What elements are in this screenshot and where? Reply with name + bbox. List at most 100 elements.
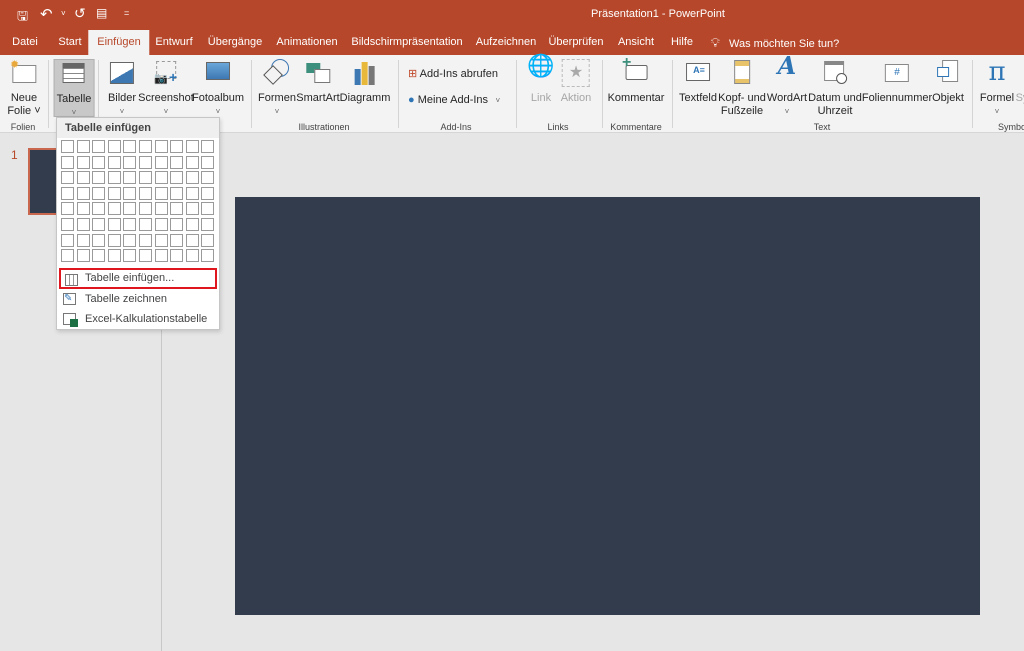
tab-entwurf[interactable]: Entwurf [155, 30, 192, 55]
table-grid-cell[interactable] [92, 155, 106, 169]
table-grid-cell[interactable] [138, 186, 152, 200]
table-grid-cell[interactable] [201, 202, 215, 216]
shapes-button[interactable]: Formen ˅ [258, 59, 296, 118]
table-grid-cell[interactable] [107, 171, 121, 185]
table-grid-cell[interactable] [201, 155, 215, 169]
table-grid-cell[interactable] [170, 202, 184, 216]
tab-übergänge[interactable]: Übergänge [208, 30, 262, 55]
draw-table-menu-item[interactable]: ✎ Tabelle zeichnen [59, 289, 217, 310]
table-grid-cell[interactable] [170, 233, 184, 247]
table-grid-cell[interactable] [185, 217, 199, 231]
smartart-button[interactable]: SmartArt [296, 59, 340, 105]
table-grid-cell[interactable] [92, 171, 106, 185]
tab-bildschirmpräsentation[interactable]: Bildschirmpräsentation [351, 30, 462, 55]
table-grid-cell[interactable] [61, 233, 74, 247]
tab-ansicht[interactable]: Ansicht [618, 30, 654, 55]
table-grid-cell[interactable] [138, 202, 152, 216]
table-grid-cell[interactable] [61, 171, 74, 185]
table-grid-cell[interactable] [76, 217, 90, 231]
table-grid-cell[interactable] [92, 249, 106, 263]
insert-table-menu-item[interactable]: Tabelle einfügen... [59, 268, 217, 289]
table-grid-cell[interactable] [76, 186, 90, 200]
table-button[interactable]: Tabelle ˅ [53, 59, 95, 117]
textbox-button[interactable]: A≡ Textfeld [679, 59, 717, 105]
table-grid-cell[interactable] [61, 202, 74, 216]
table-grid-cell[interactable] [138, 140, 152, 153]
pictures-button[interactable]: Bilder ˅ [108, 59, 136, 118]
action-button[interactable]: ★ Aktion [561, 59, 591, 105]
date-time-button[interactable]: Datum und Uhrzeit [808, 59, 862, 118]
table-grid-cell[interactable] [185, 155, 199, 169]
table-grid-cell[interactable] [138, 217, 152, 231]
table-grid-cell[interactable] [185, 233, 199, 247]
object-button[interactable]: Objekt [932, 59, 964, 105]
tab-aufzeichnen[interactable]: Aufzeichnen [476, 30, 537, 55]
link-button[interactable]: 🌐 Link [527, 55, 555, 105]
table-grid-cell[interactable] [61, 217, 74, 231]
table-grid-cell[interactable] [154, 217, 168, 231]
table-grid-cell[interactable] [154, 171, 168, 185]
table-grid-cell[interactable] [107, 140, 121, 153]
table-grid-cell[interactable] [154, 186, 168, 200]
table-grid-cell[interactable] [170, 186, 184, 200]
tab-einfügen[interactable]: Einfügen [88, 30, 150, 55]
redo-icon[interactable]: ↺ [74, 5, 86, 22]
table-grid-cell[interactable] [107, 202, 121, 216]
table-grid-cell[interactable] [170, 155, 184, 169]
table-grid-cell[interactable] [92, 186, 106, 200]
table-grid-cell[interactable] [154, 155, 168, 169]
table-grid-cell[interactable] [107, 186, 121, 200]
table-grid-cell[interactable] [185, 186, 199, 200]
slide-number-button[interactable]: # Foliennummer [862, 59, 932, 105]
comment-button[interactable]: + Kommentar [608, 55, 665, 105]
slide-canvas[interactable] [235, 197, 980, 615]
table-grid-cell[interactable] [154, 202, 168, 216]
tab-start[interactable]: Start [58, 30, 81, 55]
photo-album-button[interactable]: Fotoalbum ˅ [192, 59, 244, 118]
table-grid-cell[interactable] [107, 217, 121, 231]
table-grid-cell[interactable] [154, 140, 168, 153]
table-grid-cell[interactable] [123, 249, 137, 263]
table-grid-cell[interactable] [201, 171, 215, 185]
chart-button[interactable]: Diagramm [340, 59, 390, 105]
table-grid-cell[interactable] [107, 233, 121, 247]
customize-icon[interactable]: = [124, 8, 129, 18]
table-grid-cell[interactable] [123, 171, 137, 185]
table-grid-cell[interactable] [170, 249, 184, 263]
wordart-button[interactable]: A WordArt ˅ [767, 54, 807, 118]
table-grid-cell[interactable] [138, 233, 152, 247]
table-grid-cell[interactable] [123, 155, 137, 169]
table-grid-cell[interactable] [123, 217, 137, 231]
table-grid-cell[interactable] [92, 233, 106, 247]
table-grid-cell[interactable] [170, 140, 184, 153]
table-grid-cell[interactable] [201, 217, 215, 231]
tab-animationen[interactable]: Animationen [276, 30, 337, 55]
table-grid-cell[interactable] [76, 140, 90, 153]
my-addins-button[interactable]: ● Meine Add-Ins ˅ [408, 94, 500, 106]
table-grid-cell[interactable] [107, 155, 121, 169]
excel-spreadsheet-menu-item[interactable]: Excel-Kalkulationstabelle [59, 309, 217, 330]
symbol-button[interactable]: Sy [1008, 59, 1024, 105]
table-grid-cell[interactable] [61, 140, 74, 153]
table-grid-cell[interactable] [76, 202, 90, 216]
table-grid-cell[interactable] [201, 233, 215, 247]
table-grid-cell[interactable] [185, 202, 199, 216]
table-grid-cell[interactable] [123, 202, 137, 216]
table-grid-cell[interactable] [76, 233, 90, 247]
table-grid-cell[interactable] [92, 202, 106, 216]
table-grid-cell[interactable] [92, 140, 106, 153]
table-grid-cell[interactable] [61, 249, 74, 263]
table-grid-cell[interactable] [76, 155, 90, 169]
table-grid-cell[interactable] [185, 249, 199, 263]
undo-icon[interactable]: ↶ [40, 5, 53, 23]
header-footer-button[interactable]: Kopf- und Fußzeile [718, 59, 766, 118]
table-grid-cell[interactable] [185, 140, 199, 153]
table-grid-cell[interactable] [201, 249, 215, 263]
table-grid-cell[interactable] [123, 140, 137, 153]
tab-überprüfen[interactable]: Überprüfen [548, 30, 603, 55]
table-grid-cell[interactable] [185, 171, 199, 185]
table-grid-cell[interactable] [154, 249, 168, 263]
new-slide-button[interactable]: ✹ Neue Folie ˅ [7, 59, 40, 118]
save-icon[interactable]: 🖫 [17, 7, 28, 29]
present-icon[interactable]: ▤ [96, 6, 107, 20]
